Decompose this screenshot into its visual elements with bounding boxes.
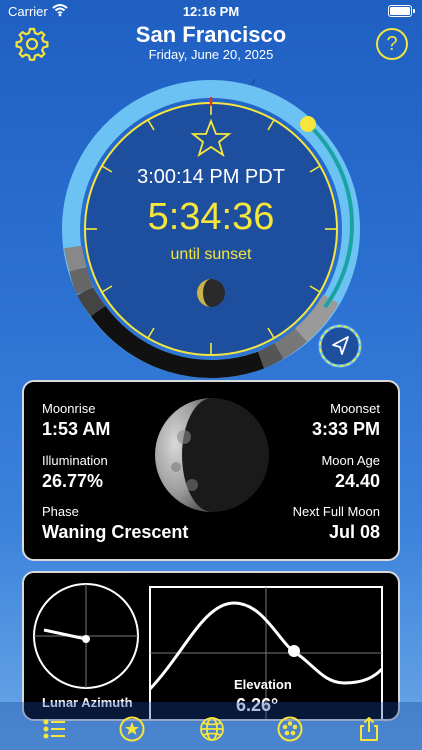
twilight-segment: [257, 343, 284, 369]
moonset-label: Moonset: [330, 401, 380, 416]
next-full-moon-label: Next Full Moon: [292, 504, 380, 519]
location-arrow-icon[interactable]: [318, 324, 362, 368]
battery-icon: [388, 5, 415, 17]
illumination-label: Illumination: [42, 453, 108, 468]
next-full-moon-value: Jul 08: [328, 522, 380, 542]
current-time: 3:00:14 PM PDT: [137, 166, 285, 188]
twilight-segment: [274, 328, 307, 359]
moon-info-card[interactable]: Moonrise 1:53 AM Illumination 26.77% Pha…: [22, 380, 400, 561]
twilight-segment: [69, 266, 94, 295]
moon-phases-icon[interactable]: [277, 716, 303, 742]
share-icon[interactable]: [356, 716, 382, 742]
countdown-caption: until sunset: [170, 246, 252, 263]
status-bar: Carrier 12:16 PM: [0, 0, 422, 22]
list-icon[interactable]: [42, 716, 68, 742]
help-button[interactable]: ?: [376, 28, 408, 60]
moonrise-value: 1:53 AM: [42, 419, 111, 439]
moonrise-label: Moonrise: [42, 401, 96, 416]
twilight-segment: [77, 286, 106, 317]
sunset-countdown: 5:34:36: [147, 196, 275, 238]
date-subtitle: Friday, June 20, 2025: [148, 47, 274, 62]
status-time: 12:16 PM: [182, 4, 240, 19]
globe-icon[interactable]: [199, 716, 225, 742]
star-icon[interactable]: [119, 716, 145, 742]
illumination-value: 26.77%: [42, 471, 104, 491]
phase-value: Waning Crescent: [42, 522, 189, 542]
moonset-value: 3:33 PM: [311, 419, 380, 439]
ring-divider: [251, 79, 256, 86]
moon-age-value: 24.40: [334, 471, 380, 491]
tab-bar: [0, 702, 422, 750]
phase-label: Phase: [42, 504, 79, 519]
sun-position-icon: [300, 116, 316, 132]
elevation-label: Elevation: [234, 677, 292, 692]
city-title: San Francisco: [135, 22, 287, 47]
azimuth-compass: [33, 583, 139, 689]
moon-phase-image: [155, 398, 269, 512]
moon-age-label: Moon Age: [321, 453, 380, 468]
lunar-chart-card[interactable]: Lunar Azimuth Elevation 6.26°: [22, 571, 400, 721]
